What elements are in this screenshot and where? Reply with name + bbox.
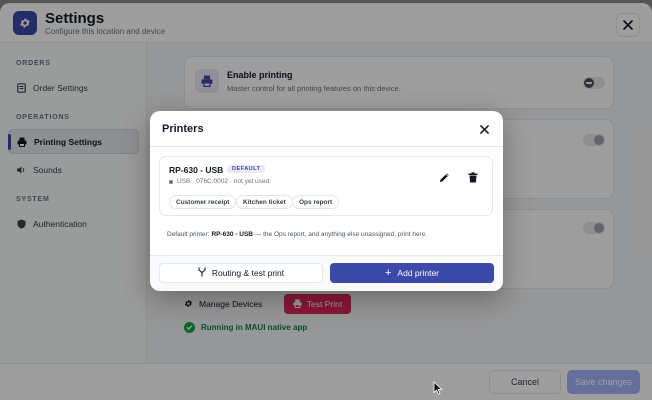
dialog-footer: Routing & test print + Add printer [150,256,503,291]
printer-meta-text: USB · 076C:0002 · not yet used [177,178,270,185]
printer-name: RP-630 - USB [169,165,224,175]
fork-icon [198,267,206,279]
plus-icon: + [384,266,392,279]
printer-card: RP-630 - USB DEFAULT USB · 076C:0002 · n… [159,156,493,216]
delete-printer-button[interactable] [467,171,479,183]
add-printer-label: Add printer [397,268,440,278]
add-printer-button[interactable]: + Add printer [330,263,494,283]
default-badge: DEFAULT [227,165,266,173]
default-printer-note: Default printer: RP-630 - USB — the Ops … [167,231,428,238]
trash-icon [468,171,478,182]
dialog-title: Printers [162,123,204,135]
default-printer-name: RP-630 - USB [211,231,253,238]
role-chip-ops-report: Ops report [292,195,340,209]
printers-dialog: Printers RP-630 - USB DEFAULT USB · 076C… [150,111,503,291]
pencil-icon [439,172,449,182]
routing-label: Routing & test print [211,268,285,278]
role-chip-kitchen-ticket: Kitchen ticket [236,195,293,209]
dialog-close-button[interactable] [477,122,491,136]
edit-printer-button[interactable] [438,171,450,183]
status-dot-icon [169,179,173,184]
close-icon [479,124,489,134]
role-chip-customer-receipt: Customer receipt [169,195,237,209]
printer-meta: USB · 076C:0002 · not yet used [169,178,269,185]
mouse-cursor-icon [433,381,443,395]
routing-test-print-button[interactable]: Routing & test print [159,263,323,283]
